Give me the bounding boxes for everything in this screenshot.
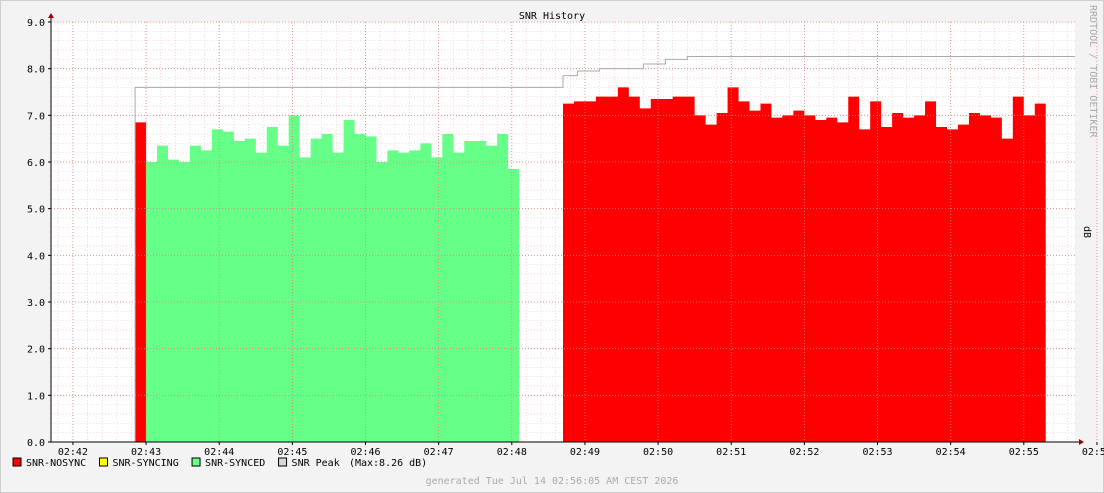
snr-history-chart: 0.0 1.0 2.0 3.0 4.0 5.0 6.0 7.0 8.0 9.0 02:42 02:43… xyxy=(0,0,1104,493)
y-tick-label: 7.0 xyxy=(27,111,45,122)
legend-label-1: SNR-SYNCING xyxy=(113,458,179,469)
x-tick-label: 02:43 xyxy=(131,447,161,458)
x-tick-label: 02:52 xyxy=(789,447,819,458)
y-tick-label: 4.0 xyxy=(27,251,45,262)
x-tick-label: 02:49 xyxy=(570,447,600,458)
y-axis-label: dB xyxy=(1081,226,1092,238)
y-tick-label: 3.0 xyxy=(27,298,45,309)
x-tick-label: 02:54 xyxy=(936,447,966,458)
x-tick-label: 02:48 xyxy=(497,447,527,458)
x-tick-label: 02:51 xyxy=(716,447,746,458)
legend-swatch-3 xyxy=(278,457,288,467)
series-area-snr-nosync-0 xyxy=(135,122,147,442)
legend-label-0: SNR-NOSYNC xyxy=(26,458,86,469)
legend-swatch-2 xyxy=(191,457,201,467)
generated-timestamp: generated Tue Jul 14 02:56:05 AM CEST 20… xyxy=(426,476,679,487)
legend-label-3: SNR Peak xyxy=(292,458,340,469)
legend-swatch-0 xyxy=(12,457,22,467)
peak-max-note: (Max:8.26 dB) xyxy=(349,458,427,469)
x-tick-label: 02:55 xyxy=(1009,447,1039,458)
x-tick-label: 02:56 xyxy=(1082,447,1104,458)
y-tick-label: 8.0 xyxy=(27,65,45,76)
y-tick-label: 5.0 xyxy=(27,205,45,216)
x-tick-label: 02:46 xyxy=(350,447,380,458)
y-tick-label: 9.0 xyxy=(27,18,45,29)
x-tick-label: 02:47 xyxy=(424,447,454,458)
chart-title: SNR History xyxy=(519,11,585,22)
series-area-snr-synced-1 xyxy=(146,115,520,442)
x-tick-label: 02:42 xyxy=(58,447,88,458)
y-tick-label: 0.0 xyxy=(27,438,45,449)
chart-container: 0.0 1.0 2.0 3.0 4.0 5.0 6.0 7.0 8.0 9.0 02:42 02:43… xyxy=(0,0,1104,493)
legend-label-2: SNR-SYNCED xyxy=(205,458,265,469)
x-tick-label: 02:44 xyxy=(204,447,234,458)
x-tick-label: 02:50 xyxy=(643,447,673,458)
x-tick-label: 02:53 xyxy=(862,447,892,458)
watermark: RRDTOOL / TOBI OETIKER xyxy=(1087,5,1098,138)
x-tick-label: 02:45 xyxy=(277,447,307,458)
y-tick-label: 2.0 xyxy=(27,345,45,356)
legend-swatch-1 xyxy=(99,457,108,467)
y-tick-label: 1.0 xyxy=(27,391,45,402)
y-tick-label: 6.0 xyxy=(27,158,45,169)
